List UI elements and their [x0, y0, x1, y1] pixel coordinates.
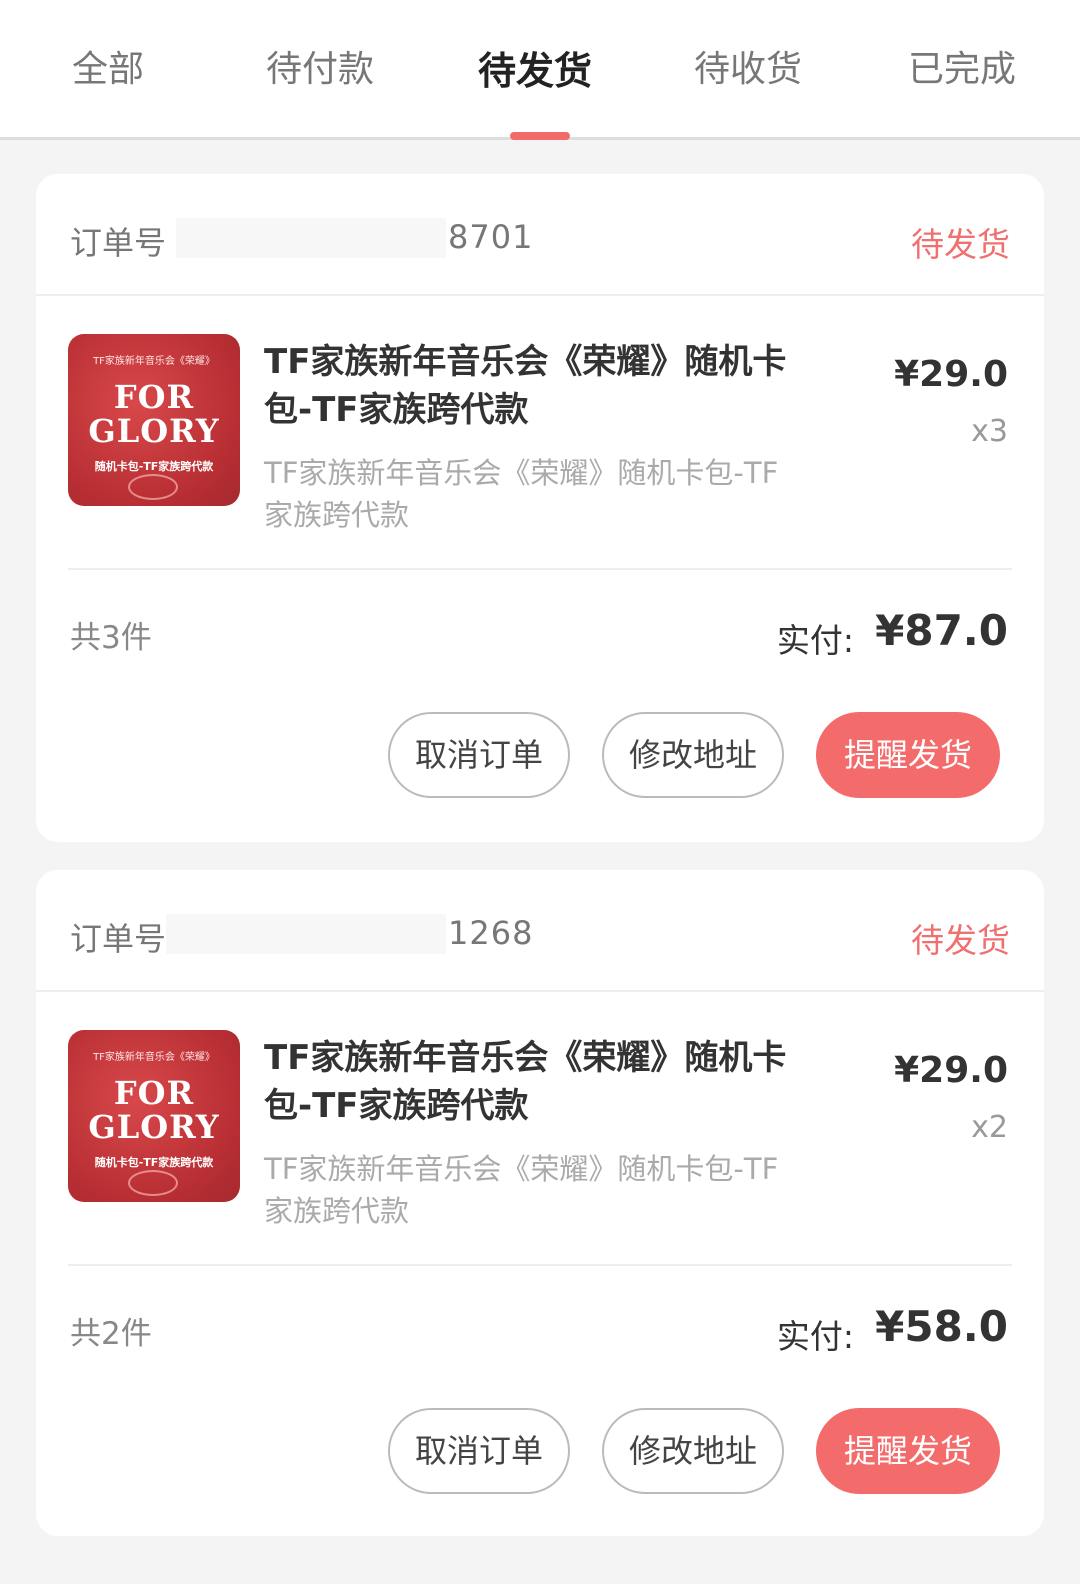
order-tabs: 全部 待付款 待发货 待收货 已完成	[0, 0, 1080, 140]
tab-all[interactable]: 全部	[8, 40, 208, 100]
thumbnail-top-text: TF家族新年音乐会《荣耀》	[93, 356, 215, 367]
thumbnail-ring-decoration	[128, 474, 178, 500]
modify-address-button[interactable]: 修改地址	[602, 712, 784, 798]
product-price: ¥29.0	[894, 1050, 1008, 1091]
divider	[68, 1264, 1012, 1266]
order-number-suffix: 8701	[448, 218, 534, 256]
order-status: 待发货	[911, 921, 1010, 960]
order-number-label: 订单号	[70, 224, 167, 262]
order-status: 待发货	[911, 225, 1010, 264]
order-number-suffix: 1268	[448, 914, 534, 952]
order-header: 订单号 8701 待发货	[36, 174, 1044, 296]
paid-label: 实付:	[776, 621, 854, 660]
tab-pending-shipment[interactable]: 待发货	[435, 40, 635, 100]
product-price: ¥29.0	[894, 354, 1008, 395]
thumbnail-ring-decoration	[128, 1170, 178, 1196]
cancel-order-button[interactable]: 取消订单	[388, 1408, 570, 1494]
item-count: 共2件	[70, 1316, 152, 1352]
thumbnail-logo-text: FOR GLORY	[88, 378, 220, 450]
product-thumbnail[interactable]: TF家族新年音乐会《荣耀》 FOR GLORY 随机卡包-TF家族跨代款	[68, 334, 240, 506]
paid-label: 实付:	[776, 1317, 854, 1356]
tab-completed[interactable]: 已完成	[862, 40, 1062, 100]
product-title[interactable]: TF家族新年音乐会《荣耀》随机卡包-TF家族跨代款	[264, 338, 794, 434]
order-number-label: 订单号	[70, 920, 167, 958]
thumbnail-top-text: TF家族新年音乐会《荣耀》	[93, 1052, 215, 1063]
order-number-redaction	[166, 914, 446, 954]
order-header: 订单号 1268 待发货	[36, 870, 1044, 992]
product-thumbnail[interactable]: TF家族新年音乐会《荣耀》 FOR GLORY 随机卡包-TF家族跨代款	[68, 1030, 240, 1202]
modify-address-button[interactable]: 修改地址	[602, 1408, 784, 1494]
tab-pending-receipt[interactable]: 待收货	[648, 40, 848, 100]
order-number-redaction	[176, 218, 446, 258]
product-quantity: x3	[971, 414, 1008, 449]
item-count: 共3件	[70, 620, 152, 656]
remind-shipment-button[interactable]: 提醒发货	[816, 1408, 1000, 1494]
remind-shipment-button[interactable]: 提醒发货	[816, 712, 1000, 798]
thumbnail-logo-text: FOR GLORY	[88, 1074, 220, 1146]
active-tab-indicator	[510, 132, 570, 140]
product-description: TF家族新年音乐会《荣耀》随机卡包-TF家族跨代款	[264, 456, 779, 532]
order-card[interactable]: 订单号 1268 待发货 TF家族新年音乐会《荣耀》 FOR GLORY 随机卡…	[36, 870, 1044, 1536]
product-description: TF家族新年音乐会《荣耀》随机卡包-TF家族跨代款	[264, 1152, 779, 1228]
thumbnail-sub-text: 随机卡包-TF家族跨代款	[94, 1156, 214, 1169]
paid-amount: ¥87.0	[875, 606, 1008, 655]
product-quantity: x2	[971, 1110, 1008, 1145]
paid-amount: ¥58.0	[875, 1302, 1008, 1351]
divider	[68, 568, 1012, 570]
thumbnail-sub-text: 随机卡包-TF家族跨代款	[94, 460, 214, 473]
order-card[interactable]: 订单号 8701 待发货 TF家族新年音乐会《荣耀》 FOR GLORY 随机卡…	[36, 174, 1044, 842]
cancel-order-button[interactable]: 取消订单	[388, 712, 570, 798]
product-title[interactable]: TF家族新年音乐会《荣耀》随机卡包-TF家族跨代款	[264, 1034, 794, 1130]
tab-pending-payment[interactable]: 待付款	[220, 40, 420, 100]
